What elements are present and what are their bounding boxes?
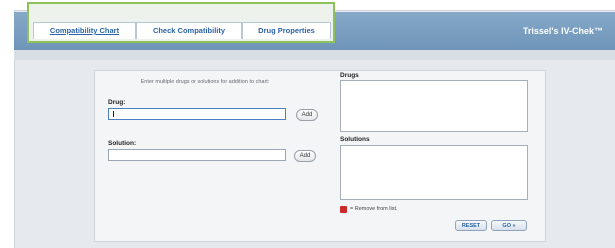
- reset-button[interactable]: RESET: [455, 220, 487, 231]
- add-solution-button[interactable]: Add: [294, 150, 316, 162]
- drug-input[interactable]: [108, 108, 286, 120]
- add-drug-button[interactable]: Add: [296, 109, 318, 121]
- sub-toolbar: [14, 50, 615, 60]
- tab-check-compatibility-label: Check Compatibility: [152, 26, 226, 35]
- tab-drug-properties-label: Drug Properties: [258, 26, 315, 35]
- solutions-list-label: Solutions: [340, 136, 370, 143]
- drugs-list-box[interactable]: [340, 80, 528, 132]
- solution-input[interactable]: [108, 149, 286, 161]
- remove-legend-text: = Remove from list.: [350, 206, 398, 212]
- drug-label: Drug:: [108, 99, 126, 106]
- instruction-text: Enter multiple drugs or solutions for ad…: [140, 79, 270, 85]
- tab-check-compatibility[interactable]: Check Compatibility: [136, 22, 242, 39]
- tab-drug-properties[interactable]: Drug Properties: [242, 22, 331, 39]
- text-cursor: [113, 111, 114, 117]
- solutions-list-box[interactable]: [340, 145, 528, 200]
- go-button[interactable]: GO »: [491, 220, 527, 231]
- remove-icon: [340, 206, 347, 213]
- app-brand: Trissel's IV-Chek™: [522, 26, 603, 36]
- drugs-list-label: Drugs: [340, 72, 359, 79]
- tab-compatibility-chart-label: Compatibility Chart: [49, 26, 120, 35]
- solution-label: Solution:: [108, 140, 137, 147]
- tab-compatibility-chart[interactable]: Compatibility Chart: [33, 22, 136, 39]
